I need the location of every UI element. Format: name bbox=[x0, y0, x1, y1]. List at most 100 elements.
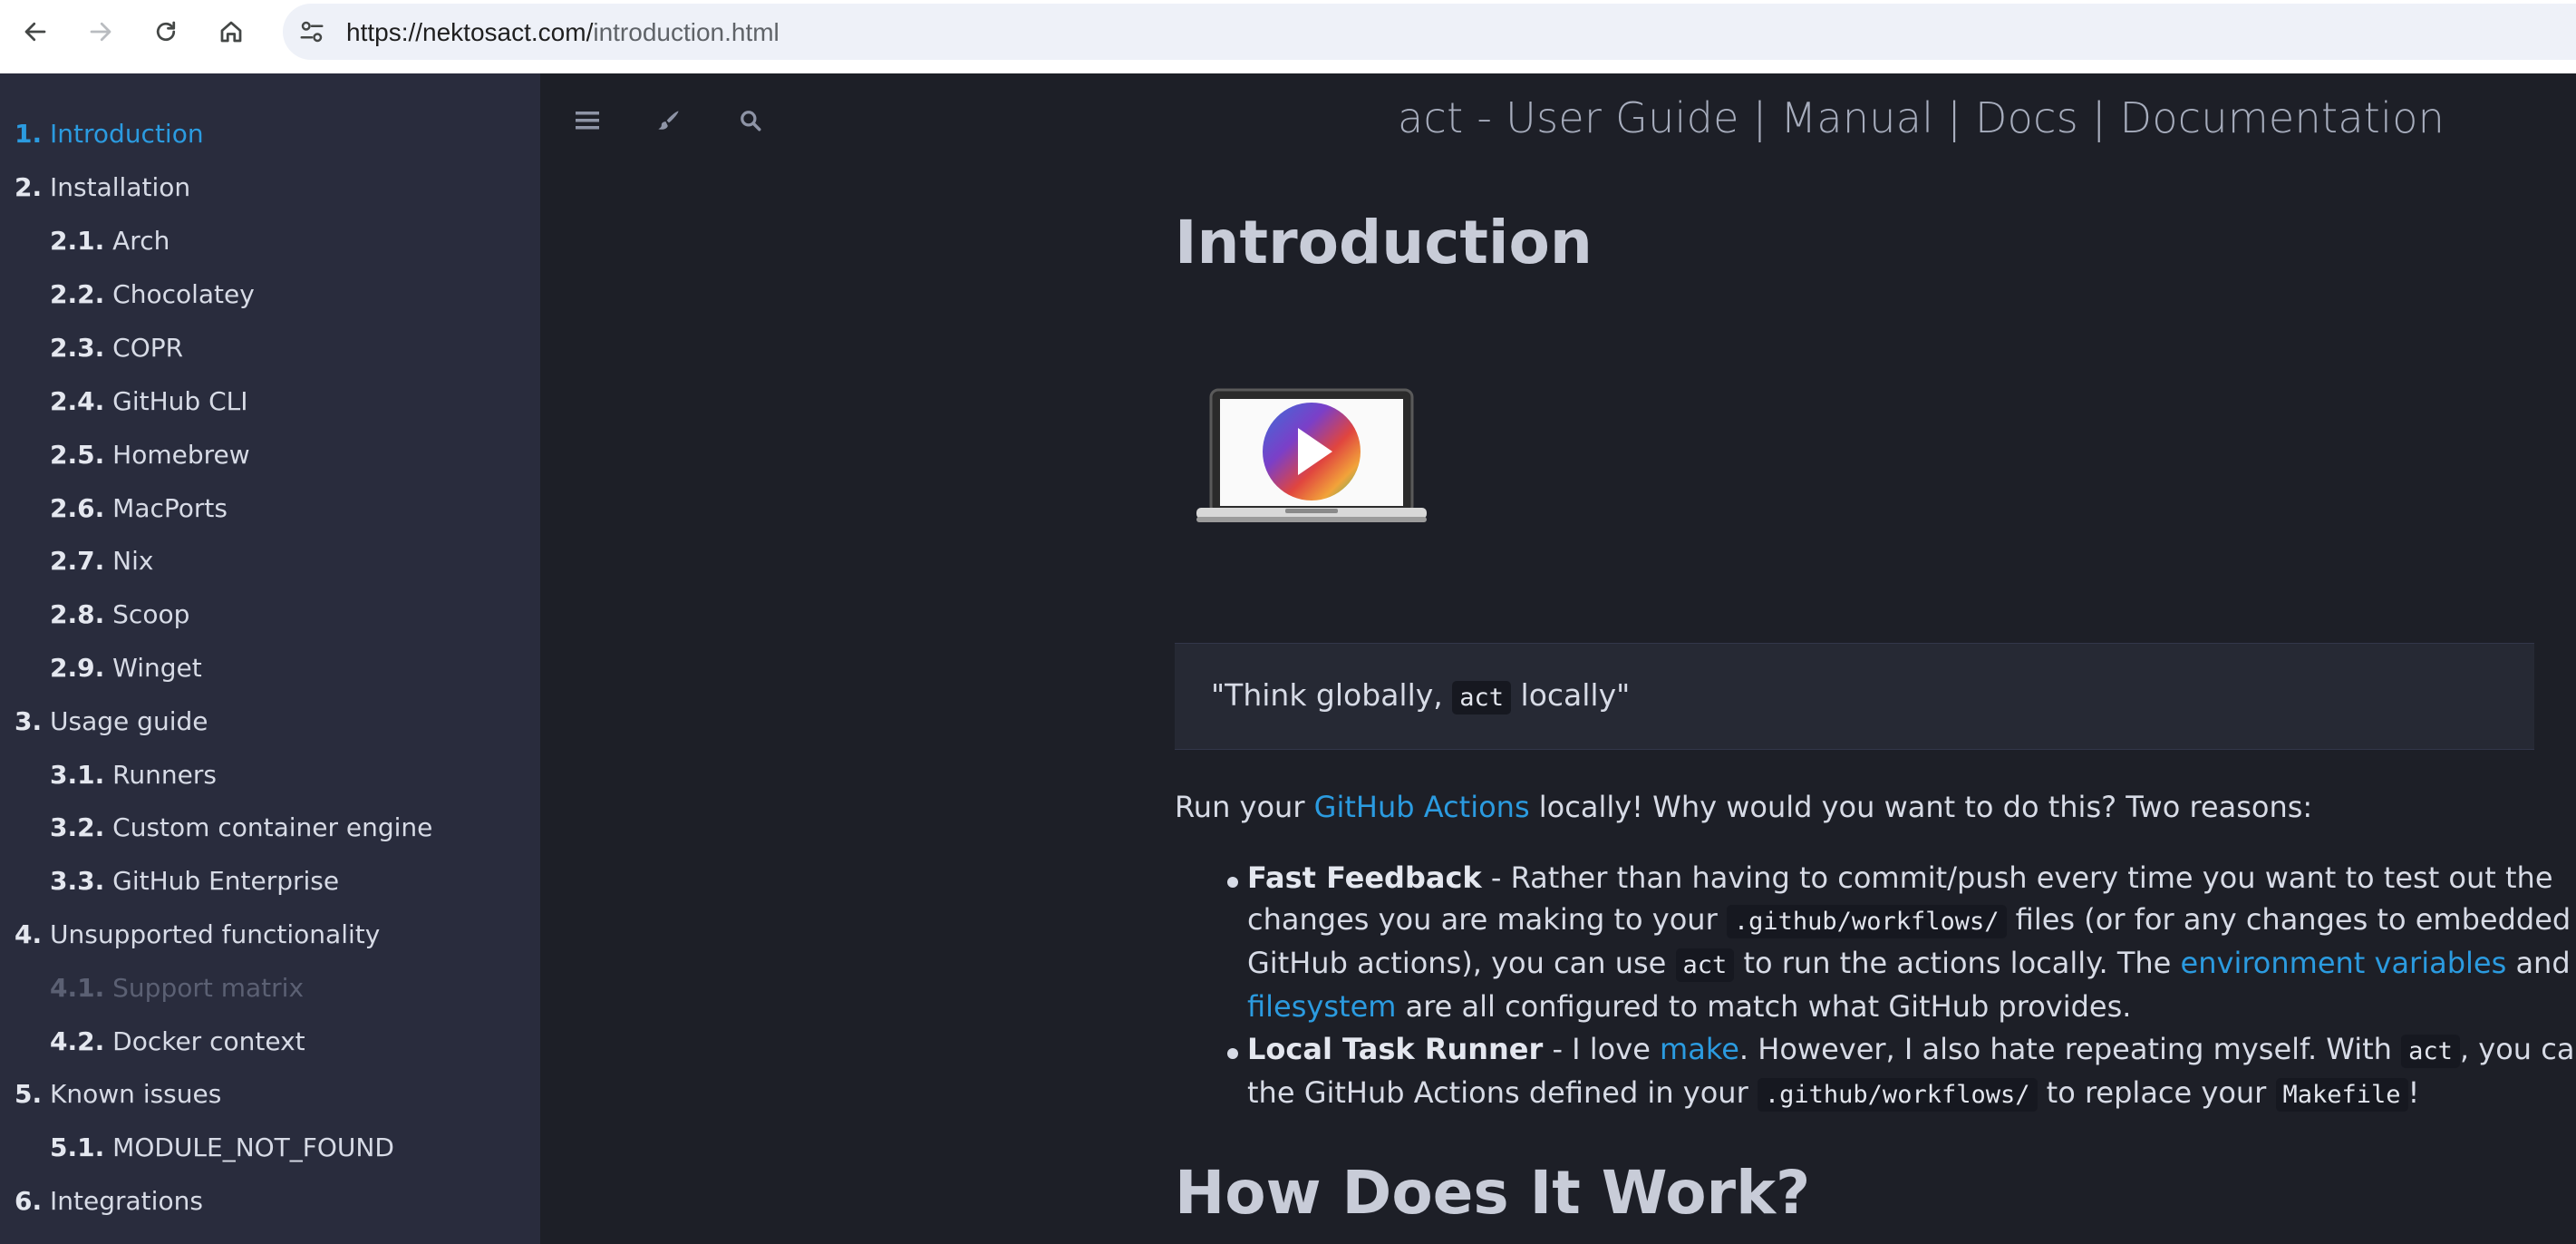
inline-code: .github/workflows/ bbox=[1726, 905, 2007, 938]
sidebar-item-label: Scoop bbox=[112, 599, 190, 629]
sidebar-item-number: 2.6. bbox=[50, 493, 105, 523]
sidebar-item-label: Winget bbox=[112, 653, 202, 683]
page-title: Introduction bbox=[1175, 208, 1593, 277]
book-title: act - User Guide | Manual | Docs | Docum… bbox=[1398, 93, 2445, 142]
search-icon[interactable] bbox=[731, 101, 770, 141]
reload-icon[interactable] bbox=[143, 9, 189, 54]
url-path: introduction.html bbox=[593, 18, 780, 46]
sidebar-item-label: Integrations bbox=[50, 1186, 203, 1216]
sidebar-item-number: 2.9. bbox=[50, 653, 105, 683]
task-runner-text: , you can use bbox=[2459, 1032, 2576, 1066]
task-runner-line-1: Local Task Runner - I love make. However… bbox=[1247, 1032, 2576, 1068]
url-host: https://nektosact.com/ bbox=[346, 18, 594, 46]
sidebar-item-homebrew[interactable]: 2.5. Homebrew bbox=[50, 440, 250, 470]
sidebar-item-winget[interactable]: 2.9. Winget bbox=[50, 653, 202, 683]
sidebar-item-number: 2.3. bbox=[50, 333, 105, 363]
sidebar-item-unsupported-functionality[interactable]: 4. Unsupported functionality bbox=[15, 919, 380, 949]
sidebar-item-installation[interactable]: 2. Installation bbox=[15, 172, 190, 202]
sidebar-item-support-matrix[interactable]: 4.1. Support matrix bbox=[50, 973, 304, 1003]
sidebar-item-known-issues[interactable]: 5. Known issues bbox=[15, 1079, 221, 1109]
sidebar-item-label: Installation bbox=[50, 172, 191, 202]
intro-text: Run your bbox=[1175, 790, 1314, 824]
sidebar-item-label: Docker context bbox=[112, 1026, 305, 1056]
sidebar-item-module-not-found[interactable]: 5.1. MODULE_NOT_FOUND bbox=[50, 1132, 394, 1162]
laptop-play-image bbox=[1196, 388, 1427, 530]
sidebar-item-label: Homebrew bbox=[112, 440, 250, 470]
sidebar-item-number: 4.1. bbox=[50, 973, 105, 1003]
site-settings-icon[interactable] bbox=[294, 14, 330, 50]
sidebar-item-label: Unsupported functionality bbox=[50, 919, 381, 949]
quote-text-end: locally" bbox=[1511, 677, 1631, 713]
environment-variables-link[interactable]: environment variables bbox=[2181, 946, 2507, 980]
inline-code: act bbox=[1675, 948, 1735, 982]
sidebar-item-number: 2.2. bbox=[50, 279, 105, 309]
sidebar-item-number: 3. bbox=[15, 706, 43, 736]
task-runner-title: Local Task Runner bbox=[1247, 1032, 1544, 1066]
hamburger-menu-icon[interactable] bbox=[567, 101, 607, 141]
sidebar-item-label: Arch bbox=[112, 226, 170, 256]
fast-feedback-text: and bbox=[2506, 946, 2571, 980]
filesystem-link[interactable]: filesystem bbox=[1247, 989, 1396, 1024]
make-link[interactable]: make bbox=[1660, 1032, 1739, 1066]
sidebar-item-docker-context[interactable]: 4.2. Docker context bbox=[50, 1026, 305, 1056]
fast-feedback-line-2: changes you are making to your .github/w… bbox=[1247, 902, 2571, 938]
fast-feedback-title: Fast Feedback bbox=[1247, 860, 1482, 895]
sidebar-item-number: 3.1. bbox=[50, 760, 105, 790]
fast-feedback-line-3: GitHub actions), you can use act to run … bbox=[1247, 946, 2571, 982]
sidebar-item-github-cli[interactable]: 2.4. GitHub CLI bbox=[50, 386, 248, 416]
sidebar-item-runners[interactable]: 3.1. Runners bbox=[50, 760, 217, 790]
sidebar-item-chocolatey[interactable]: 2.2. Chocolatey bbox=[50, 279, 255, 309]
paintbrush-icon[interactable] bbox=[649, 101, 689, 141]
sidebar-item-number: 4. bbox=[15, 919, 43, 949]
sidebar-item-label: MacPorts bbox=[112, 493, 228, 523]
home-icon[interactable] bbox=[208, 9, 254, 54]
sidebar-item-label: Known issues bbox=[50, 1079, 222, 1109]
task-runner-text: . However, I also hate repeating myself.… bbox=[1738, 1032, 2402, 1066]
fast-feedback-line-1: Fast Feedback - Rather than having to co… bbox=[1247, 860, 2553, 895]
task-runner-text: the GitHub Actions defined in your bbox=[1247, 1075, 1758, 1110]
intro-paragraph: Run your GitHub Actions locally! Why wou… bbox=[1175, 790, 2312, 824]
inline-code: .github/workflows/ bbox=[1757, 1078, 2038, 1112]
sidebar-item-integrations[interactable]: 6. Integrations bbox=[15, 1186, 203, 1216]
sidebar-item-copr[interactable]: 2.3. COPR bbox=[50, 333, 183, 363]
sidebar-item-number: 2.7. bbox=[50, 546, 105, 576]
sidebar-item-number: 2.4. bbox=[50, 386, 105, 416]
url-text: https://nektosact.com/introduction.html bbox=[346, 18, 780, 47]
sidebar-item-label: GitHub Enterprise bbox=[112, 866, 340, 896]
sidebar: 1. Introduction 2. Installation 2.1. Arc… bbox=[0, 73, 540, 1244]
sidebar-item-macports[interactable]: 2.6. MacPorts bbox=[50, 493, 228, 523]
sidebar-item-arch[interactable]: 2.1. Arch bbox=[50, 226, 169, 256]
forward-arrow-icon[interactable] bbox=[78, 9, 123, 54]
back-arrow-icon[interactable] bbox=[13, 9, 58, 54]
bullet-dot bbox=[1227, 877, 1238, 888]
sidebar-item-number: 2.8. bbox=[50, 599, 105, 629]
sidebar-item-label: Support matrix bbox=[112, 973, 305, 1003]
sidebar-item-number: 6. bbox=[15, 1186, 43, 1216]
sidebar-item-number: 2.1. bbox=[50, 226, 105, 256]
github-actions-link[interactable]: GitHub Actions bbox=[1314, 790, 1530, 824]
section-heading: How Does It Work? bbox=[1175, 1158, 1811, 1228]
sidebar-item-label: GitHub CLI bbox=[112, 386, 248, 416]
sidebar-item-number: 4.2. bbox=[50, 1026, 105, 1056]
inline-code: act bbox=[2401, 1035, 2460, 1068]
sidebar-item-usage-guide[interactable]: 3. Usage guide bbox=[15, 706, 208, 736]
sidebar-item-label: COPR bbox=[112, 333, 184, 363]
task-runner-text: to replace your bbox=[2037, 1075, 2276, 1110]
sidebar-item-number: 3.3. bbox=[50, 866, 105, 896]
sidebar-item-label: Nix bbox=[112, 546, 154, 576]
sidebar-item-github-enterprise[interactable]: 3.3. GitHub Enterprise bbox=[50, 866, 339, 896]
address-bar[interactable]: https://nektosact.com/introduction.html bbox=[283, 4, 2576, 60]
sidebar-item-number: 2.5. bbox=[50, 440, 105, 470]
fast-feedback-text: to run the actions locally. The bbox=[1734, 946, 2181, 980]
fast-feedback-text: changes you are making to your bbox=[1247, 902, 1727, 937]
browser-toolbar: https://nektosact.com/introduction.html bbox=[0, 0, 2576, 73]
sidebar-item-number: 1. bbox=[15, 119, 43, 149]
sidebar-item-scoop[interactable]: 2.8. Scoop bbox=[50, 599, 189, 629]
sidebar-item-nix[interactable]: 2.7. Nix bbox=[50, 546, 153, 576]
sidebar-item-number: 2. bbox=[15, 172, 43, 202]
fast-feedback-line-4: filesystem are all configured to match w… bbox=[1247, 989, 2131, 1024]
sidebar-item-custom-container-engine[interactable]: 3.2. Custom container engine bbox=[50, 812, 432, 842]
content-area: act - User Guide | Manual | Docs | Docum… bbox=[540, 73, 2576, 1244]
fast-feedback-text: - Rather than having to commit/push ever… bbox=[1481, 860, 2553, 895]
sidebar-item-introduction[interactable]: 1. Introduction bbox=[15, 119, 204, 149]
